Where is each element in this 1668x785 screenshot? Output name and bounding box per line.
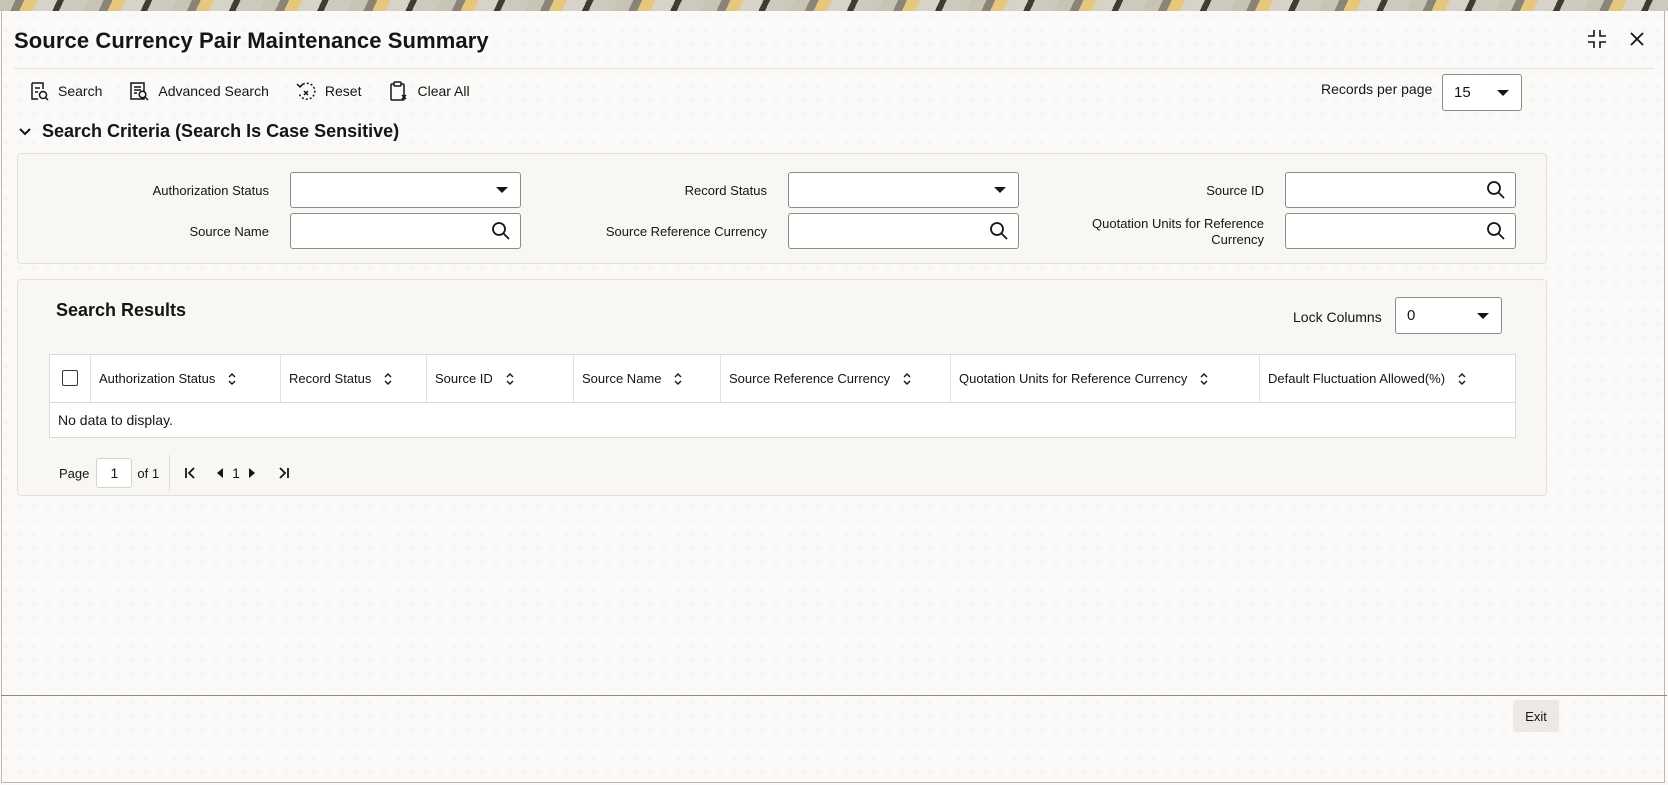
no-data-message: No data to display. xyxy=(58,412,173,428)
close-icon[interactable] xyxy=(1624,26,1650,52)
search-icon[interactable] xyxy=(1486,180,1506,205)
source-name-input[interactable] xyxy=(290,213,521,249)
exit-button[interactable]: Exit xyxy=(1513,700,1559,732)
column-label: Quotation Units for Reference Currency xyxy=(959,371,1188,386)
exit-button-label: Exit xyxy=(1525,708,1547,724)
search-doc-icon xyxy=(31,82,49,101)
pagination: Page 1 of 1 1 xyxy=(59,455,294,491)
column-label: Authorization Status xyxy=(99,371,216,386)
advanced-search-button[interactable]: Advanced Search xyxy=(128,78,269,104)
column-label: Source Reference Currency xyxy=(729,371,891,386)
search-results-title: Search Results xyxy=(56,300,187,320)
footer-divider xyxy=(1,695,1667,696)
page-number-value: 1 xyxy=(110,465,119,481)
column-header-source-name[interactable]: Source Name xyxy=(573,355,720,402)
previous-page-icon[interactable] xyxy=(210,463,230,483)
advanced-search-button-label: Advanced Search xyxy=(158,83,269,99)
quotation-units-label: Quotation Units for Reference Currency xyxy=(1092,216,1264,247)
results-table: Authorization Status Record Status Sourc… xyxy=(49,354,1516,438)
table-header: Authorization Status Record Status Sourc… xyxy=(50,355,1515,403)
sort-icon xyxy=(674,372,682,385)
last-page-icon[interactable] xyxy=(274,463,294,483)
chevron-down-icon xyxy=(1477,312,1489,319)
reset-button[interactable]: Reset xyxy=(295,78,362,104)
minimize-restore-icon[interactable] xyxy=(1584,26,1610,52)
column-header-default-fluctuation[interactable]: Default Fluctuation Allowed(%) xyxy=(1259,355,1515,402)
top-banner-strip xyxy=(0,0,1668,11)
lock-columns-value: 0 xyxy=(1407,307,1416,324)
column-header-authorization-status[interactable]: Authorization Status xyxy=(90,355,280,402)
records-per-page-value: 15 xyxy=(1454,84,1471,101)
chevron-down-icon xyxy=(496,187,508,193)
column-label: Source ID xyxy=(435,371,493,386)
chevron-down-icon xyxy=(19,127,31,135)
source-reference-currency-input[interactable] xyxy=(788,213,1019,249)
page-label: Page xyxy=(59,465,90,481)
chevron-down-icon xyxy=(994,187,1006,193)
search-button[interactable]: Search xyxy=(28,78,102,104)
sort-icon xyxy=(1200,372,1208,385)
next-page-icon[interactable] xyxy=(242,463,262,483)
search-icon[interactable] xyxy=(491,221,511,246)
search-button-label: Search xyxy=(58,83,103,99)
reset-button-label: Reset xyxy=(324,83,362,99)
search-icon[interactable] xyxy=(1486,221,1506,246)
chevron-down-icon xyxy=(1497,89,1509,96)
window-controls xyxy=(1584,26,1650,52)
sort-icon xyxy=(1458,372,1466,385)
title-divider xyxy=(14,68,1654,69)
column-header-record-status[interactable]: Record Status xyxy=(280,355,426,402)
authorization-status-select[interactable] xyxy=(290,172,521,208)
source-id-label: Source ID xyxy=(1206,183,1264,198)
column-header-quotation-units[interactable]: Quotation Units for Reference Currency xyxy=(950,355,1259,402)
column-label: Record Status xyxy=(289,371,372,386)
current-page-number: 1 xyxy=(232,465,240,481)
page-number-input[interactable]: 1 xyxy=(96,458,133,488)
search-criteria-toggle[interactable]: Search Criteria (Search Is Case Sensitiv… xyxy=(18,121,399,142)
records-per-page-label: Records per page xyxy=(1321,81,1433,97)
sort-icon xyxy=(903,372,911,385)
pager-divider xyxy=(169,455,171,491)
record-status-select[interactable] xyxy=(788,172,1019,208)
page-title: Source Currency Pair Maintenance Summary xyxy=(14,28,489,53)
column-label: Source Name xyxy=(582,371,662,386)
reset-icon xyxy=(296,82,316,100)
sort-icon xyxy=(228,372,236,385)
lock-columns-label: Lock Columns xyxy=(1293,309,1382,325)
column-header-source-reference-currency[interactable]: Source Reference Currency xyxy=(720,355,950,402)
clear-all-button[interactable]: Clear All xyxy=(387,78,470,104)
source-name-label: Source Name xyxy=(189,224,269,239)
first-page-icon[interactable] xyxy=(180,463,200,483)
record-status-label: Record Status xyxy=(684,183,767,198)
authorization-status-label: Authorization Status xyxy=(152,183,269,198)
page-of-label: of 1 xyxy=(137,465,160,481)
lock-columns-select[interactable]: 0 xyxy=(1395,297,1502,334)
sort-icon xyxy=(506,372,514,385)
advanced-search-icon xyxy=(130,82,149,101)
source-reference-currency-label: Source Reference Currency xyxy=(605,224,767,239)
records-per-page-select[interactable]: 15 xyxy=(1442,74,1522,111)
clipboard-clear-icon xyxy=(390,81,407,101)
column-label: Default Fluctuation Allowed(%) xyxy=(1268,371,1446,386)
clear-all-button-label: Clear All xyxy=(417,83,470,99)
sort-icon xyxy=(384,372,392,385)
search-icon[interactable] xyxy=(989,221,1009,246)
toolbar: Search Advanced Search Reset Clear All xyxy=(28,78,470,104)
source-id-input[interactable] xyxy=(1285,172,1516,208)
quotation-units-input[interactable] xyxy=(1285,213,1516,249)
column-header-source-id[interactable]: Source ID xyxy=(426,355,573,402)
select-all-checkbox[interactable] xyxy=(62,370,78,386)
search-criteria-title: Search Criteria (Search Is Case Sensitiv… xyxy=(42,121,400,141)
